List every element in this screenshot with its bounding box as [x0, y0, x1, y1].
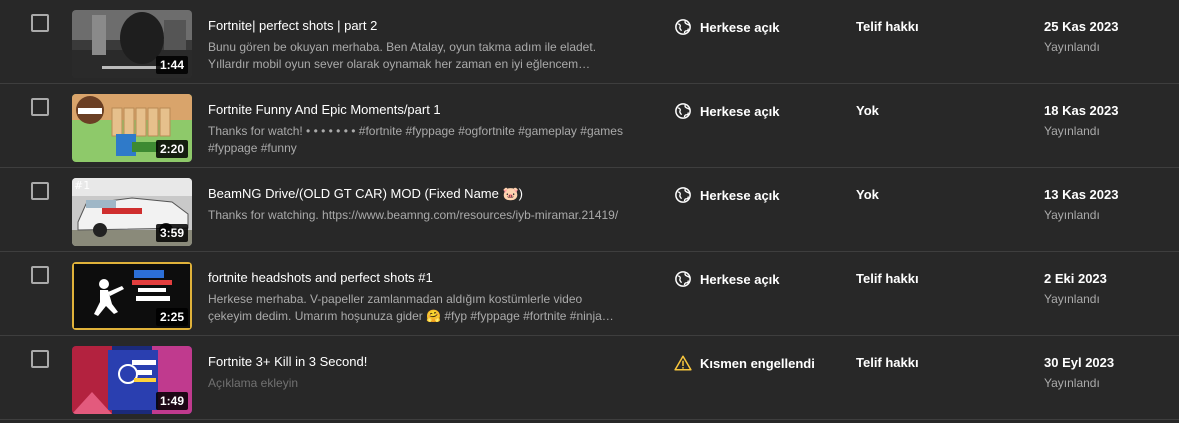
- video-title[interactable]: BeamNG Drive/(OLD GT CAR) MOD (Fixed Nam…: [208, 186, 648, 202]
- video-duration: 1:44: [155, 56, 188, 74]
- restriction-status[interactable]: Yok: [856, 187, 879, 202]
- video-description-placeholder[interactable]: Açıklama ekleyin: [208, 375, 628, 392]
- row-checkbox[interactable]: [31, 350, 49, 368]
- video-description: Bunu gören be okuyan merhaba. Ben Atalay…: [208, 40, 597, 71]
- video-duration: 3:59: [155, 224, 188, 242]
- video-list: 1:44 Fortnite| perfect shots | part 2 Bu…: [0, 0, 1179, 423]
- globe-icon: [674, 18, 692, 36]
- video-description: Herkese merhaba. V-papeller zamlanmadan …: [208, 292, 614, 323]
- warning-icon: [674, 354, 692, 372]
- publish-status: Yayınlandı: [1044, 292, 1100, 306]
- publish-date: 18 Kas 2023: [1044, 103, 1119, 118]
- video-description: Thanks for watch! • • • • • • • #fortnit…: [208, 124, 623, 155]
- video-row: 1:44 Fortnite| perfect shots | part 2 Bu…: [0, 0, 1179, 84]
- globe-icon: [674, 186, 692, 204]
- visibility-label: Herkese açık: [700, 271, 780, 287]
- visibility-selector[interactable]: Herkese açık: [674, 101, 780, 121]
- publish-date: 30 Eyl 2023: [1044, 355, 1115, 370]
- restriction-status[interactable]: Telif hakkı: [856, 355, 919, 370]
- video-title[interactable]: Fortnite Funny And Epic Moments/part 1: [208, 102, 648, 117]
- video-row: 2:25 fortnite headshots and perfect shot…: [0, 252, 1179, 336]
- visibility-label: Herkese açık: [700, 103, 780, 119]
- visibility-label: Kısmen engellendi: [700, 355, 815, 371]
- globe-icon: [674, 102, 692, 120]
- publish-status: Yayınlandı: [1044, 376, 1100, 390]
- restriction-status[interactable]: Telif hakkı: [856, 19, 919, 34]
- video-thumbnail[interactable]: #1 3:59: [72, 178, 192, 246]
- video-title[interactable]: Fortnite 3+ Kill in 3 Second!: [208, 354, 648, 369]
- visibility-selector[interactable]: Kısmen engellendi: [674, 353, 815, 373]
- video-title[interactable]: Fortnite| perfect shots | part 2: [208, 18, 648, 33]
- video-thumbnail[interactable]: 2:20: [72, 94, 192, 162]
- video-row: 1:49 Fortnite 3+ Kill in 3 Second! Açıkl…: [0, 336, 1179, 420]
- publish-status: Yayınlandı: [1044, 124, 1100, 138]
- visibility-selector[interactable]: Herkese açık: [674, 185, 780, 205]
- publish-date: 2 Eki 2023: [1044, 271, 1107, 286]
- video-duration: 2:20: [155, 140, 188, 158]
- row-checkbox[interactable]: [31, 98, 49, 116]
- visibility-selector[interactable]: Herkese açık: [674, 17, 780, 37]
- visibility-selector[interactable]: Herkese açık: [674, 269, 780, 289]
- video-title[interactable]: fortnite headshots and perfect shots #1: [208, 270, 648, 285]
- video-thumbnail[interactable]: 1:44: [72, 10, 192, 78]
- visibility-label: Herkese açık: [700, 187, 780, 203]
- video-row: 2:20 Fortnite Funny And Epic Moments/par…: [0, 84, 1179, 168]
- video-thumbnail[interactable]: 2:25: [72, 262, 192, 330]
- publish-date: 13 Kas 2023: [1044, 187, 1119, 202]
- video-row: #1 3:59 BeamNG Drive/(OLD GT CAR) MOD (F…: [0, 168, 1179, 252]
- row-checkbox[interactable]: [31, 266, 49, 284]
- publish-date: 25 Kas 2023: [1044, 19, 1119, 34]
- video-duration: 2:25: [155, 308, 188, 326]
- visibility-label: Herkese açık: [700, 19, 780, 35]
- row-checkbox[interactable]: [31, 14, 49, 32]
- publish-status: Yayınlandı: [1044, 208, 1100, 222]
- video-duration: 1:49: [155, 392, 188, 410]
- globe-icon: [674, 270, 692, 288]
- thumbnail-tag: #1: [74, 179, 91, 192]
- restriction-status[interactable]: Yok: [856, 103, 879, 118]
- restriction-status[interactable]: Telif hakkı: [856, 271, 919, 286]
- video-description: Thanks for watching. https://www.beamng.…: [208, 208, 619, 222]
- video-thumbnail[interactable]: 1:49: [72, 346, 192, 414]
- publish-status: Yayınlandı: [1044, 40, 1100, 54]
- row-checkbox[interactable]: [31, 182, 49, 200]
